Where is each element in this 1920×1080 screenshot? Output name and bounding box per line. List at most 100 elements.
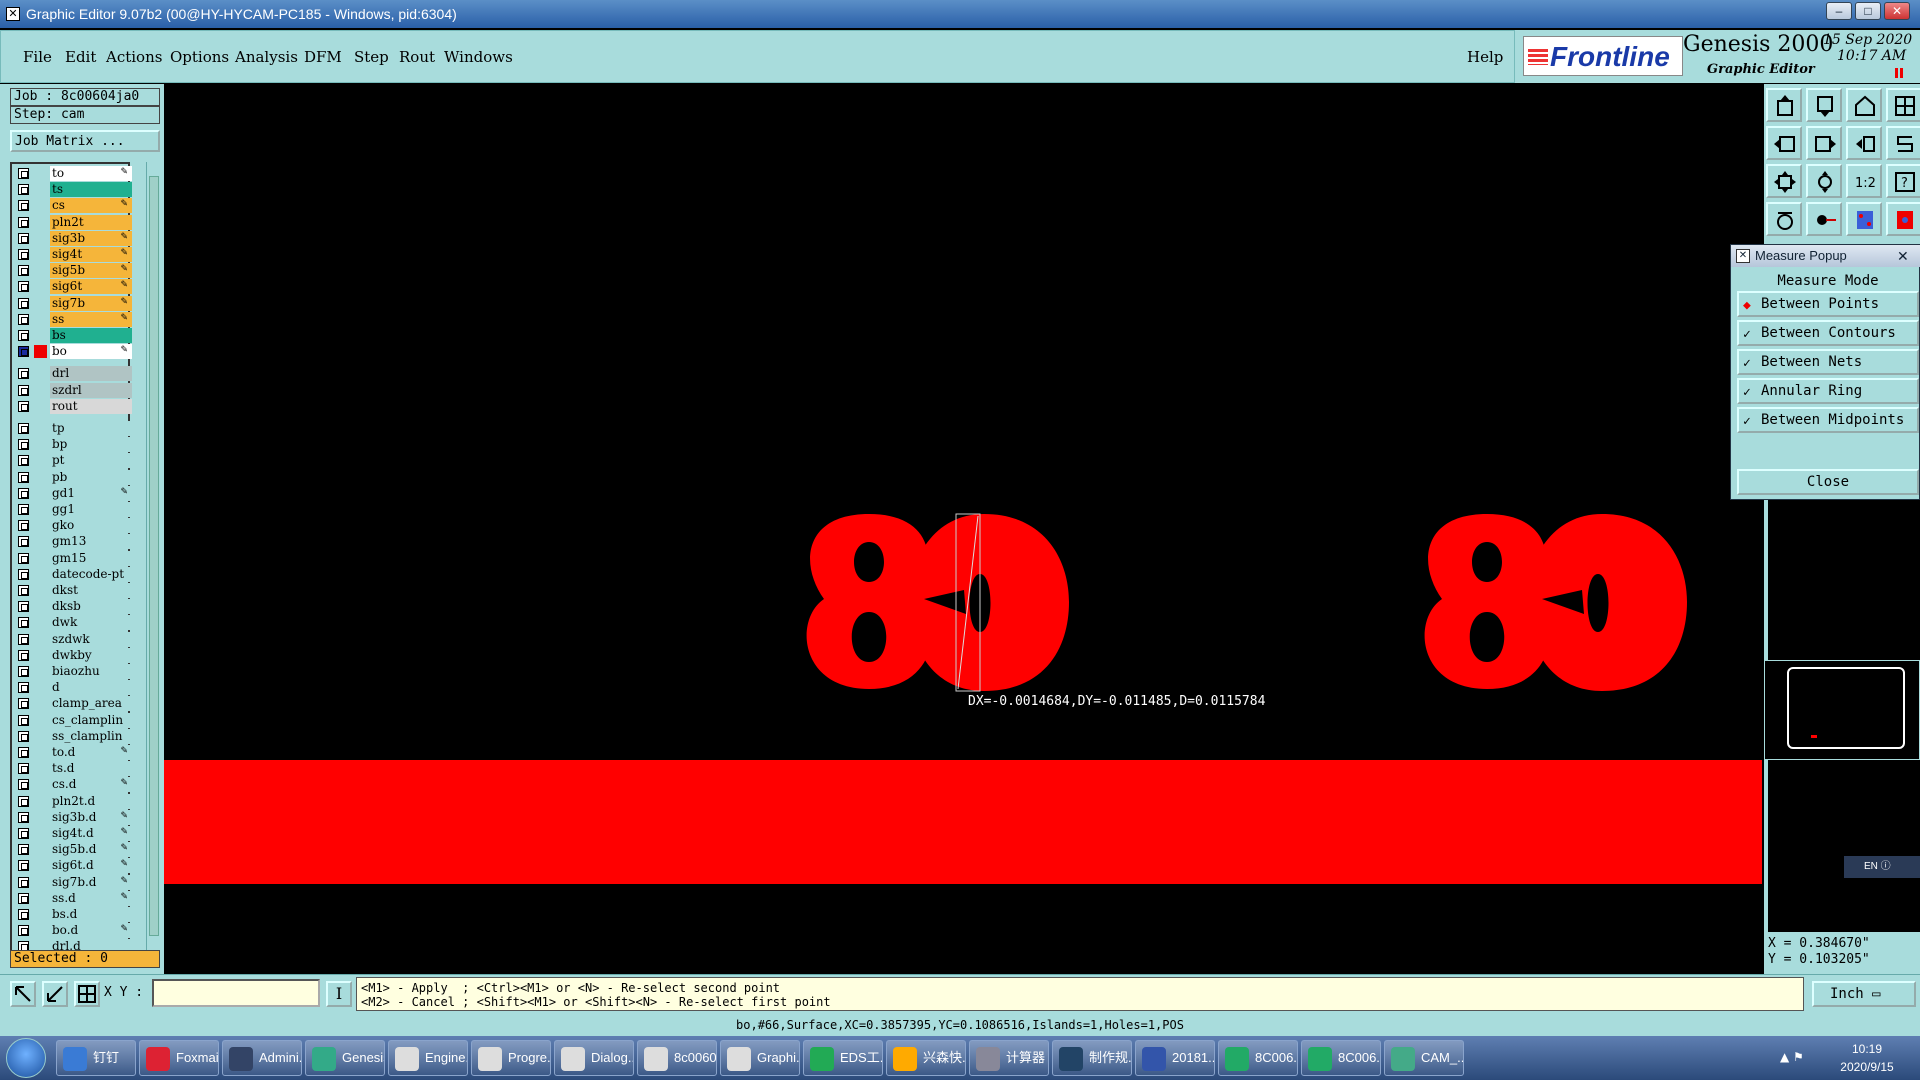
layer-name[interactable]: pt [50,453,132,469]
layer-name[interactable]: bp [50,437,132,453]
menu-windows[interactable]: Windows [444,48,513,66]
layer-checkbox[interactable] [18,330,29,341]
layer-checkbox[interactable] [18,682,29,694]
layer-checkbox[interactable] [18,876,29,888]
layer-checkbox[interactable] [18,249,29,260]
job-matrix-button[interactable]: Job Matrix ... [10,130,160,152]
layer-row[interactable]: sig6t ✎ [14,279,132,295]
menu-actions[interactable]: Actions [106,48,162,66]
edit-mode-icon[interactable] [42,981,68,1007]
taskbar-item[interactable]: Progre... [471,1040,551,1076]
layer-checkbox[interactable] [18,232,29,244]
net-highlight-icon[interactable] [1886,202,1920,236]
taskbar-item[interactable]: 制作规... [1052,1040,1132,1076]
layer-row[interactable]: sig5b ✎ [14,263,132,279]
layer-name[interactable]: datecode-pt [50,566,132,582]
layer-checkbox[interactable] [18,860,29,872]
layer-row[interactable]: dwkby [14,647,132,663]
layer-row[interactable]: bo.d ✎ [14,923,132,939]
layer-checkbox[interactable] [18,281,29,293]
layer-checkbox[interactable] [18,714,29,726]
grid-icon[interactable] [74,981,100,1007]
layer-name[interactable]: tp [50,421,132,436]
taskbar-item[interactable]: 钉钉 [56,1040,136,1076]
layer-checkbox[interactable] [18,168,29,179]
home-icon[interactable] [1846,88,1882,122]
layer-row[interactable]: d [14,680,132,696]
layer-checkbox[interactable] [18,892,29,904]
option-between-nets[interactable]: ✓ Between Nets [1737,349,1919,375]
taskbar-item[interactable]: 8C006... [1218,1040,1298,1076]
layer-row[interactable]: drl [14,366,132,382]
layer-name[interactable]: pb [50,469,132,485]
layer-checkbox[interactable] [18,536,29,548]
taskbar-item[interactable]: Graphi... [720,1040,800,1076]
layer-name[interactable]: ts [50,182,132,198]
pan-down-icon[interactable] [1806,88,1842,122]
layer-name[interactable]: dkst [50,583,132,598]
layer-name[interactable]: bs [50,328,132,343]
layer-row[interactable]: bs [14,328,132,343]
layer-checkbox[interactable] [18,585,29,596]
layer-row[interactable]: to ✎ [14,166,132,181]
layer-checkbox[interactable] [18,795,29,807]
layer-row[interactable]: ss_clamplin [14,728,132,744]
zoom-1-2-icon[interactable]: 1:2 [1846,164,1882,198]
maximize-button[interactable]: □ [1855,2,1881,20]
layer-checkbox[interactable] [18,828,29,839]
tray-clock[interactable]: 10:19 2020/9/15 [1822,1040,1912,1076]
taskbar-item[interactable]: 20181... [1135,1040,1215,1076]
layer-checkbox[interactable] [18,200,29,212]
snap-icon[interactable] [1886,126,1920,160]
layer-row[interactable]: cs_clamplin [14,712,132,728]
option-between-contours[interactable]: ✓ Between Contours [1737,320,1919,346]
layer-row[interactable]: dksb [14,599,132,615]
layer-row[interactable]: ss.d ✎ [14,890,132,906]
layer-row[interactable]: sig7b.d ✎ [14,874,132,890]
layer-row[interactable]: gg1 [14,502,132,517]
layer-name[interactable]: gm13 [50,534,132,550]
option-between-midpoints[interactable]: ✓ Between Midpoints [1737,407,1919,433]
menu-dfm[interactable]: DFM [304,48,342,66]
pan-left-icon[interactable] [1766,126,1802,160]
layer-checkbox[interactable] [18,811,29,823]
taskbar-item[interactable]: 8c0060... [637,1040,717,1076]
layer-checkbox[interactable] [18,471,29,483]
layer-checkbox[interactable] [18,313,29,325]
layer-checkbox[interactable] [18,909,29,920]
layer-name[interactable]: bs.d [50,907,132,922]
layer-row[interactable]: to.d ✎ [14,745,132,760]
layer-checkbox[interactable] [18,400,29,412]
layer-name[interactable]: drl [50,366,132,382]
layer-row[interactable]: ss ✎ [14,311,132,327]
layer-row[interactable]: pb [14,469,132,485]
taskbar-item[interactable]: Engine... [388,1040,468,1076]
tray-icons[interactable]: ▲ ⚑ [1780,1050,1804,1064]
layer-name[interactable]: ss_clamplin [50,728,132,744]
layer-checkbox[interactable] [18,216,29,228]
layer-name[interactable]: dwk [50,615,132,631]
layer-row[interactable]: dwk [14,615,132,631]
taskbar-item[interactable]: 兴森快... [886,1040,966,1076]
layer-checkbox[interactable] [18,368,29,380]
layer-checkbox[interactable] [18,297,29,309]
layer-list-scrollbar[interactable] [146,162,160,952]
layer-row[interactable]: cs ✎ [14,198,132,214]
layer-row[interactable]: pt [14,453,132,469]
layer-checkbox[interactable] [18,265,29,277]
option-between-points[interactable]: ◆ Between Points [1737,291,1919,317]
option-annular-ring[interactable]: ✓ Annular Ring [1737,378,1919,404]
taskbar-item[interactable]: 8C006... [1301,1040,1381,1076]
layer-checkbox[interactable] [18,601,29,613]
layer-row[interactable]: bp [14,437,132,453]
layer-row[interactable]: biaozhu [14,664,132,679]
layer-row[interactable]: cs.d ✎ [14,777,132,793]
layer-row[interactable]: datecode-pt [14,566,132,582]
layer-name[interactable]: gm15 [50,550,132,566]
minimize-button[interactable]: – [1826,2,1852,20]
pause-icon[interactable] [1895,68,1903,78]
scrollbar-thumb[interactable] [149,176,159,936]
layer-name[interactable]: clamp_area [50,696,132,712]
window-title-bar[interactable]: ✕ Graphic Editor 9.07b2 (00@HY-HYCAM-PC1… [0,0,1920,28]
layer-row[interactable]: sig3b.d ✎ [14,809,132,825]
